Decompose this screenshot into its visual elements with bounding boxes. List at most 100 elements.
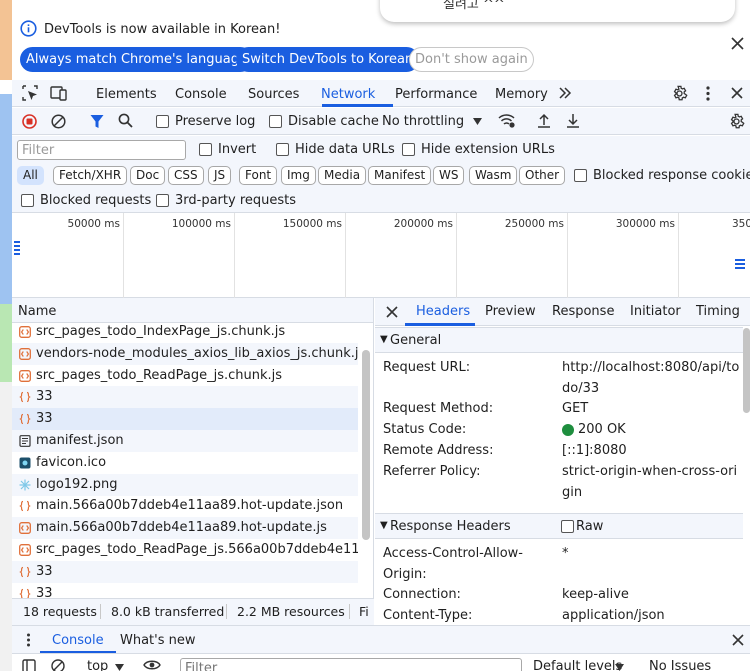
request-row[interactable]: favicon.ico: [12, 452, 358, 474]
clear-log-icon[interactable]: [51, 114, 66, 129]
search-icon[interactable]: [118, 113, 133, 128]
issues-counter[interactable]: No Issues: [649, 659, 711, 671]
fetch-icon: [19, 588, 31, 598]
close-devtools-icon[interactable]: [731, 87, 743, 99]
tab-console[interactable]: Console: [175, 87, 227, 102]
close-drawer-icon[interactable]: [732, 634, 744, 646]
disable-cache-checkbox[interactable]: [269, 115, 282, 128]
throttling-select[interactable]: No throttling: [382, 114, 464, 129]
request-row[interactable]: main.566a00b7ddeb4e11aa89.hot-update.jso…: [12, 495, 358, 517]
network-conditions-icon[interactable]: [498, 113, 516, 129]
request-name: main.566a00b7ddeb4e11aa89.hot-update.js: [36, 520, 327, 536]
tab-performance[interactable]: Performance: [395, 87, 477, 102]
inspect-element-icon[interactable]: [22, 85, 38, 101]
tab-preview[interactable]: Preview: [485, 304, 536, 319]
import-har-icon[interactable]: [537, 113, 551, 129]
header-key: Access-Control-Allow-Origin:: [383, 546, 523, 582]
type-filter-wasm[interactable]: Wasm: [469, 166, 518, 185]
type-filter-js[interactable]: JS: [208, 166, 232, 185]
type-filter-all[interactable]: All: [17, 166, 44, 185]
drawer-tab-console[interactable]: Console: [52, 633, 104, 648]
header-key: Content-Type:: [383, 608, 473, 623]
tab-network[interactable]: Network: [321, 87, 375, 102]
details-scrollbar[interactable]: [743, 328, 750, 413]
request-row[interactable]: manifest.json: [12, 430, 358, 452]
log-levels-select[interactable]: Default levels: [533, 659, 622, 671]
request-row[interactable]: logo192.png: [12, 473, 358, 496]
drawer-menu-icon[interactable]: [26, 633, 31, 647]
filter-funnel-icon[interactable]: [90, 114, 104, 129]
request-row[interactable]: src_pages_todo_ReadPage_js.chunk.js: [12, 365, 358, 387]
request-list-scrollbar[interactable]: [362, 350, 370, 540]
type-filter-ws[interactable]: WS: [433, 166, 465, 185]
response-headers-title: Response Headers: [390, 519, 511, 534]
expand-triangle-icon: ▼: [380, 334, 388, 345]
type-filter-doc[interactable]: Doc: [130, 166, 166, 185]
filter-input[interactable]: [17, 140, 186, 160]
tab-headers[interactable]: Headers: [416, 304, 470, 319]
request-row[interactable]: 33: [12, 583, 358, 598]
hide-data-urls-checkbox[interactable]: [276, 143, 289, 156]
more-options-icon[interactable]: [705, 86, 711, 101]
console-filter-input[interactable]: [180, 658, 522, 671]
request-name: 33: [36, 411, 53, 427]
hide-extension-urls-checkbox[interactable]: [402, 143, 415, 156]
type-filter-img[interactable]: Img: [281, 166, 316, 185]
request-row[interactable]: src_pages_todo_IndexPage_js.chunk.js: [12, 321, 358, 343]
type-filter-other[interactable]: Other: [519, 166, 566, 185]
fetch-icon: [19, 566, 31, 578]
resources-size: 2.2 MB resources: [237, 604, 345, 619]
request-row[interactable]: 33: [12, 386, 358, 409]
context-selector[interactable]: top: [87, 659, 108, 671]
tab-response[interactable]: Response: [552, 304, 614, 319]
type-filter-media[interactable]: Media: [318, 166, 367, 185]
type-filter-fetch-xhr[interactable]: Fetch/XHR: [53, 166, 128, 185]
type-filter-css[interactable]: CSS: [168, 166, 204, 185]
request-row[interactable]: 33: [12, 560, 358, 583]
header-value: http://localhost:8080/api/todo/33: [562, 360, 740, 396]
match-language-button[interactable]: Always match Chrome's language: [20, 47, 253, 72]
drawer-tab-whats-new[interactable]: What's new: [120, 633, 196, 648]
clear-console-icon[interactable]: [51, 659, 65, 671]
network-settings-gear-icon[interactable]: [728, 113, 745, 130]
name-column-header[interactable]: Name: [18, 304, 56, 319]
request-row[interactable]: 33: [12, 408, 358, 431]
type-filter-manifest[interactable]: Manifest: [368, 166, 432, 185]
sidebar-toggle-icon[interactable]: [22, 659, 36, 671]
disable-cache-label: Disable cache: [288, 114, 379, 129]
request-row[interactable]: src_pages_todo_ReadPage_js.566a00b7ddeb4…: [12, 539, 358, 561]
dont-show-again-button[interactable]: Don't show again: [409, 47, 534, 72]
type-filter-font[interactable]: Font: [239, 166, 278, 185]
tab-memory[interactable]: Memory: [495, 87, 548, 102]
settings-gear-icon[interactable]: [671, 85, 688, 102]
preserve-log-checkbox[interactable]: [156, 115, 169, 128]
third-party-requests-checkbox[interactable]: [156, 194, 169, 207]
page-edge-strip-grey: [0, 382, 12, 671]
blocked-requests-bar: Blocked requests 3rd-party requests: [12, 189, 750, 213]
blocked-response-cookies-checkbox[interactable]: [574, 169, 587, 182]
request-name: vendors-node_modules_axios_lib_axios_js.…: [36, 345, 358, 361]
live-expression-eye-icon[interactable]: [143, 659, 161, 671]
device-toolbar-icon[interactable]: [50, 85, 67, 101]
close-infobar-icon[interactable]: [731, 37, 744, 50]
raw-headers-label: Raw: [576, 519, 604, 534]
invert-checkbox[interactable]: [199, 143, 212, 156]
blocked-requests-checkbox[interactable]: [21, 194, 34, 207]
response-headers-section-header[interactable]: ▼ Response Headers Raw: [375, 513, 743, 539]
request-row[interactable]: main.566a00b7ddeb4e11aa89.hot-update.js: [12, 517, 358, 540]
tab-timing[interactable]: Timing: [696, 304, 740, 319]
more-tabs-icon[interactable]: [558, 86, 572, 100]
network-status-bar: 18 requests 8.0 kB transferred 2.2 MB re…: [12, 598, 374, 625]
tab-initiator[interactable]: Initiator: [630, 304, 681, 319]
request-name: logo192.png: [36, 476, 118, 492]
network-overview-timeline[interactable]: 50000 ms 100000 ms 150000 ms 200000 ms 2…: [12, 213, 750, 298]
close-details-icon[interactable]: [386, 306, 398, 318]
record-stop-icon[interactable]: [22, 114, 37, 129]
general-section-header[interactable]: ▼ General: [375, 327, 743, 353]
tab-sources[interactable]: Sources: [248, 87, 299, 102]
raw-headers-checkbox[interactable]: [561, 520, 574, 533]
request-row[interactable]: vendors-node_modules_axios_lib_axios_js.…: [12, 342, 358, 365]
export-har-icon[interactable]: [566, 113, 580, 129]
switch-to-korean-button[interactable]: Switch DevTools to Korean: [236, 47, 420, 72]
tab-elements[interactable]: Elements: [96, 87, 157, 102]
